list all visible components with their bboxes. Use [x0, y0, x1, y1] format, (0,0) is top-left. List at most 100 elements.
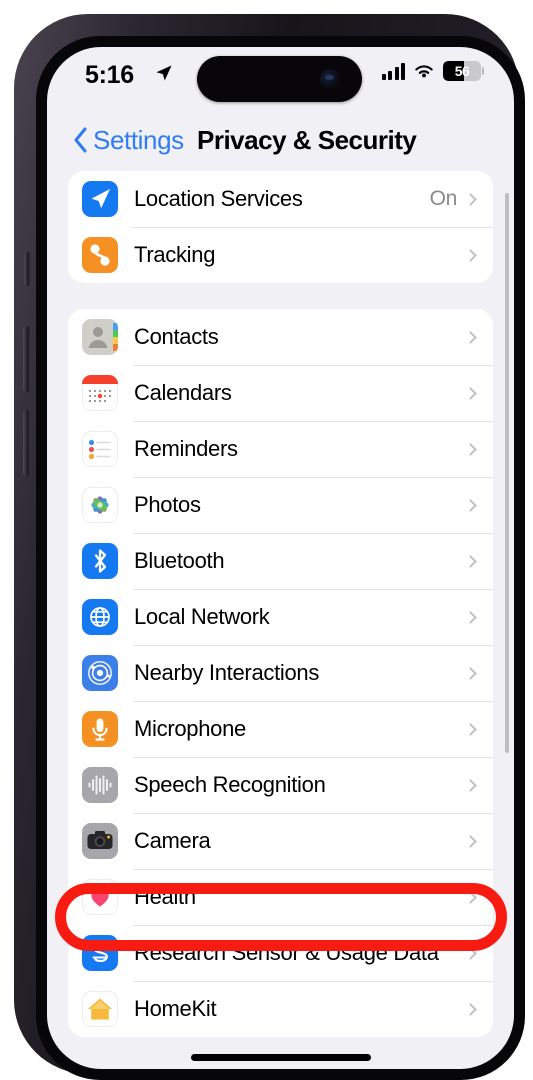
row-bluetooth[interactable]: Bluetooth — [68, 533, 493, 589]
row-local-network[interactable]: Local Network — [68, 589, 493, 645]
row-label: Speech Recognition — [134, 772, 326, 797]
row-accessory — [464, 834, 493, 848]
row-accessory — [464, 610, 493, 624]
row-accessory — [464, 778, 493, 792]
chevron-right-icon — [464, 554, 477, 568]
row-label: Local Network — [134, 604, 270, 629]
status-time: 5:16 — [85, 61, 134, 89]
chevron-right-icon — [464, 946, 477, 960]
bluetooth-icon — [82, 543, 118, 579]
row-accessory — [464, 554, 493, 568]
chevron-right-icon — [464, 834, 477, 848]
volume-down-button[interactable] — [23, 410, 31, 476]
location-services-icon — [82, 181, 118, 217]
row-label: Tracking — [134, 242, 216, 267]
row-label: Contacts — [134, 324, 219, 349]
row-label: Research Sensor & Usage Data — [134, 940, 439, 965]
chevron-right-icon — [464, 498, 477, 512]
battery-percentage: 56 — [454, 63, 470, 79]
row-health[interactable]: Health — [68, 869, 493, 925]
status-indicators: 56 — [381, 61, 484, 81]
tracking-icon — [82, 237, 118, 273]
row-label: Location Services — [134, 186, 303, 211]
chevron-right-icon — [464, 192, 477, 206]
home-indicator[interactable] — [190, 1054, 371, 1061]
row-accessory — [464, 330, 493, 344]
wifi-icon — [415, 64, 433, 77]
row-accessory: On — [430, 187, 493, 211]
photos-icon — [82, 487, 118, 523]
phone-screen: 5:16 56 Settings Privacy & Security Loca… — [47, 47, 514, 1069]
row-label: HomeKit — [134, 996, 217, 1021]
contacts-tabs — [113, 323, 118, 351]
calendar-header-bar — [82, 375, 118, 384]
contacts-icon — [82, 319, 118, 355]
row-camera[interactable]: Camera — [68, 813, 493, 869]
back-label: Settings — [93, 124, 184, 155]
microphone-icon — [82, 711, 118, 747]
row-contacts[interactable]: Contacts — [68, 309, 493, 365]
row-research-sensor[interactable]: Research Sensor & Usage Data — [68, 925, 493, 981]
row-tracking[interactable]: Tracking — [68, 227, 493, 283]
silent-switch-button[interactable] — [24, 252, 31, 286]
health-icon — [82, 879, 118, 915]
row-accessory — [464, 386, 493, 400]
chevron-right-icon — [464, 666, 477, 680]
front-camera-lens — [320, 69, 340, 89]
battery-cap — [482, 67, 484, 75]
row-label: Photos — [134, 492, 201, 517]
navigation-bar: Settings Privacy & Security — [47, 109, 514, 171]
nearby-interactions-icon — [82, 655, 118, 691]
chevron-right-icon — [464, 1002, 477, 1016]
row-homekit[interactable]: HomeKit — [68, 981, 493, 1037]
scrollbar[interactable] — [505, 193, 509, 753]
row-label: Bluetooth — [134, 548, 225, 573]
row-accessory — [464, 890, 493, 904]
row-accessory — [464, 248, 493, 262]
row-accessory — [464, 666, 493, 680]
row-label: Calendars — [134, 380, 232, 405]
row-photos[interactable]: Photos — [68, 477, 493, 533]
local-network-icon — [82, 599, 118, 635]
chevron-right-icon — [464, 778, 477, 792]
page-title: Privacy & Security — [197, 124, 417, 155]
settings-group-location: Location Services On Tracking — [68, 171, 493, 283]
settings-group-app-permissions: Contacts Calendars Reminders Photos Blue… — [68, 309, 493, 1037]
row-calendars[interactable]: Calendars — [68, 365, 493, 421]
location-arrow-icon — [155, 64, 173, 87]
row-label: Microphone — [134, 716, 246, 741]
speech-recognition-icon — [82, 767, 118, 803]
reminders-icon — [82, 431, 118, 467]
volume-up-button[interactable] — [23, 326, 31, 392]
row-accessory — [464, 442, 493, 456]
calendars-icon — [82, 375, 118, 411]
signal-bars-icon — [381, 62, 405, 80]
row-location-services[interactable]: Location Services On — [68, 171, 493, 227]
dynamic-island — [197, 56, 362, 102]
row-accessory — [464, 722, 493, 736]
row-reminders[interactable]: Reminders — [68, 421, 493, 477]
back-button[interactable]: Settings — [73, 125, 184, 156]
chevron-right-icon — [464, 442, 477, 456]
row-accessory — [464, 946, 493, 960]
chevron-right-icon — [464, 248, 477, 262]
row-value: On — [429, 187, 458, 210]
status-bar: 5:16 56 — [47, 47, 514, 109]
phone-frame: 5:16 56 Settings Privacy & Security Loca… — [14, 14, 525, 1080]
chevron-right-icon — [464, 330, 477, 344]
row-label: Camera — [134, 828, 211, 853]
row-nearby-interactions[interactable]: Nearby Interactions — [68, 645, 493, 701]
camera-icon — [82, 823, 118, 859]
row-speech-recognition[interactable]: Speech Recognition — [68, 757, 493, 813]
chevron-right-icon — [464, 890, 477, 904]
row-microphone[interactable]: Microphone — [68, 701, 493, 757]
chevron-right-icon — [464, 722, 477, 736]
row-accessory — [464, 498, 493, 512]
row-accessory — [464, 1002, 493, 1016]
chevron-right-icon — [464, 386, 477, 400]
homekit-icon — [82, 991, 118, 1027]
settings-list[interactable]: Location Services On Tracking Contacts C… — [47, 171, 514, 1069]
chevron-right-icon — [464, 610, 477, 624]
battery-icon: 56 — [443, 61, 481, 81]
row-label: Reminders — [134, 436, 238, 461]
